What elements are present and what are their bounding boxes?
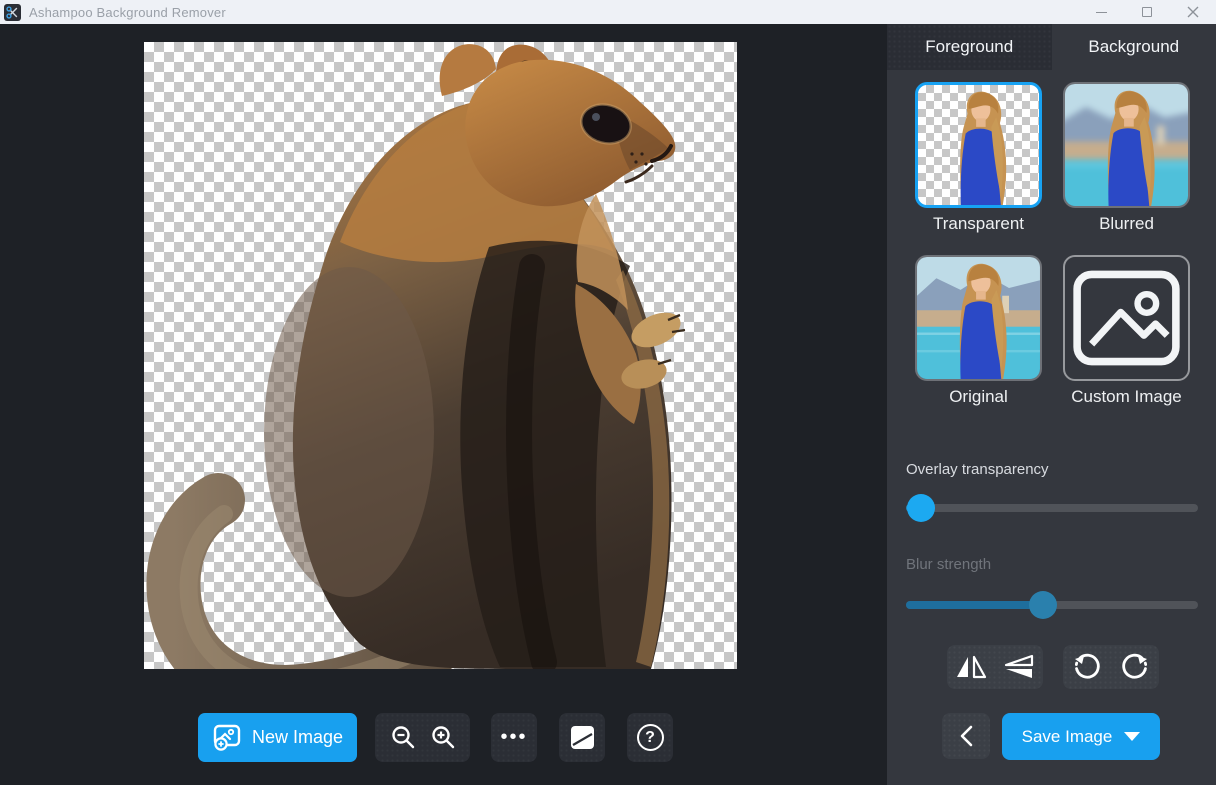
save-image-button[interactable]: Save Image [1002,713,1160,760]
side-panel: Foreground Background [887,24,1216,785]
new-image-button[interactable]: New Image [198,713,357,762]
option-custom-image: Custom Image [1063,255,1190,409]
close-button[interactable] [1170,0,1216,24]
help-icon: ? [637,724,664,751]
image-canvas[interactable] [144,42,737,669]
panel-footer: Save Image [942,713,1160,760]
flip-horizontal-icon [955,654,987,680]
flip-horizontal-button[interactable] [952,651,990,683]
option-original: Original [915,255,1042,409]
zoom-button-group [375,713,470,762]
original-thumbnail[interactable] [915,255,1042,381]
slider-track[interactable] [906,504,1198,512]
save-image-label: Save Image [1022,727,1113,747]
blur-strength-label: Blur strength [906,556,991,573]
overlay-transparency-slider[interactable] [906,494,1198,522]
image-icon [1065,257,1188,379]
chevron-left-icon [958,724,974,748]
transform-buttons [947,645,1159,689]
option-label: Transparent [915,213,1042,236]
blurred-thumbnail[interactable] [1063,82,1190,208]
custom-image-thumbnail[interactable] [1063,255,1190,381]
squirrel-image [144,42,737,669]
rotate-button-group [1063,645,1159,689]
window-controls [1078,0,1216,24]
main-area: New Image ••• [0,24,887,785]
zoom-in-icon[interactable] [430,725,456,751]
maximize-icon [1142,7,1152,17]
help-button[interactable]: ? [627,713,673,762]
new-image-label: New Image [252,727,343,748]
woman-preview [1065,84,1188,206]
app-window: Ashampoo Background Remover [0,0,1216,785]
window-title: Ashampoo Background Remover [29,5,226,20]
woman-preview [918,85,1039,205]
woman-preview [917,257,1040,379]
blur-strength-slider[interactable] [906,591,1198,619]
slider-handle[interactable] [907,494,935,522]
compare-view-button[interactable] [559,713,605,762]
transparent-thumbnail[interactable] [915,82,1042,208]
overlay-transparency-label: Overlay transparency [906,461,1049,478]
flip-vertical-icon [1003,654,1035,680]
titlebar: Ashampoo Background Remover [0,0,1216,24]
tab-foreground[interactable]: Foreground [887,24,1052,70]
option-label: Original [915,386,1042,409]
save-dropdown-caret-icon [1124,732,1140,741]
app-body: New Image ••• [0,24,1216,785]
rotate-right-button[interactable] [1116,651,1154,683]
tab-background[interactable]: Background [1052,24,1216,70]
compare-icon [569,724,596,751]
minimize-icon [1096,12,1107,13]
more-options-button[interactable]: ••• [491,713,537,762]
zoom-out-icon[interactable] [390,725,416,751]
back-button[interactable] [942,713,990,759]
flip-vertical-button[interactable] [1000,651,1038,683]
slider-fill [906,601,1043,609]
option-blurred: Blurred [1063,82,1190,236]
rotate-right-icon [1120,652,1150,682]
option-label: Blurred [1063,213,1190,236]
maximize-button[interactable] [1124,0,1170,24]
option-transparent: Transparent [915,82,1042,236]
new-image-icon [212,724,242,751]
flip-button-group [947,645,1043,689]
ellipsis-icon: ••• [500,726,527,749]
rotate-left-button[interactable] [1068,651,1106,683]
option-label: Custom Image [1063,386,1190,409]
panel-tabs: Foreground Background [887,24,1216,70]
scissors-icon [4,4,21,21]
rotate-left-icon [1072,652,1102,682]
close-icon [1187,6,1199,18]
minimize-button[interactable] [1078,0,1124,24]
slider-handle[interactable] [1029,591,1057,619]
